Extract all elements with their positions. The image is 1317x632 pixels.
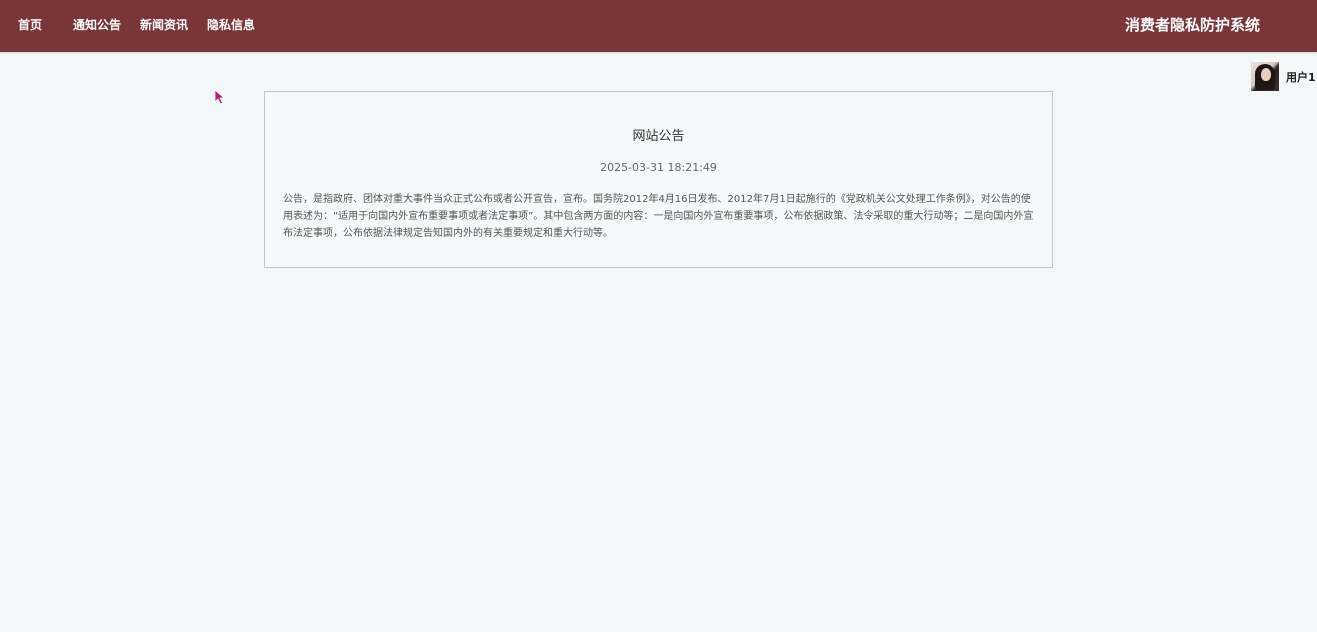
notice-title: 网站公告	[632, 129, 685, 144]
nav-item-privacy-info[interactable]: 隐私信息	[207, 17, 255, 33]
site-title: 消费者隐私防护系统	[1125, 16, 1261, 34]
nav-item-news[interactable]: 新闻资讯	[140, 17, 188, 33]
nav-item-home[interactable]: 首页	[18, 17, 42, 33]
notice-datetime: 2025-03-31 18:21:49	[600, 161, 717, 174]
nav-item-notices[interactable]: 通知公告	[73, 17, 121, 33]
top-navbar: 首页 通知公告 新闻资讯 隐私信息 消费者隐私防护系统	[0, 0, 1317, 52]
avatar[interactable]	[1251, 62, 1279, 91]
mouse-cursor-icon	[214, 89, 226, 105]
user-name[interactable]: 用户1	[1286, 69, 1316, 85]
notice-card: 网站公告 2025-03-31 18:21:49 公告，是指政府、团体对重大事件…	[264, 91, 1053, 268]
notice-content: 公告，是指政府、团体对重大事件当众正式公布或者公开宣告，宣布。国务院2012年4…	[283, 194, 1034, 239]
